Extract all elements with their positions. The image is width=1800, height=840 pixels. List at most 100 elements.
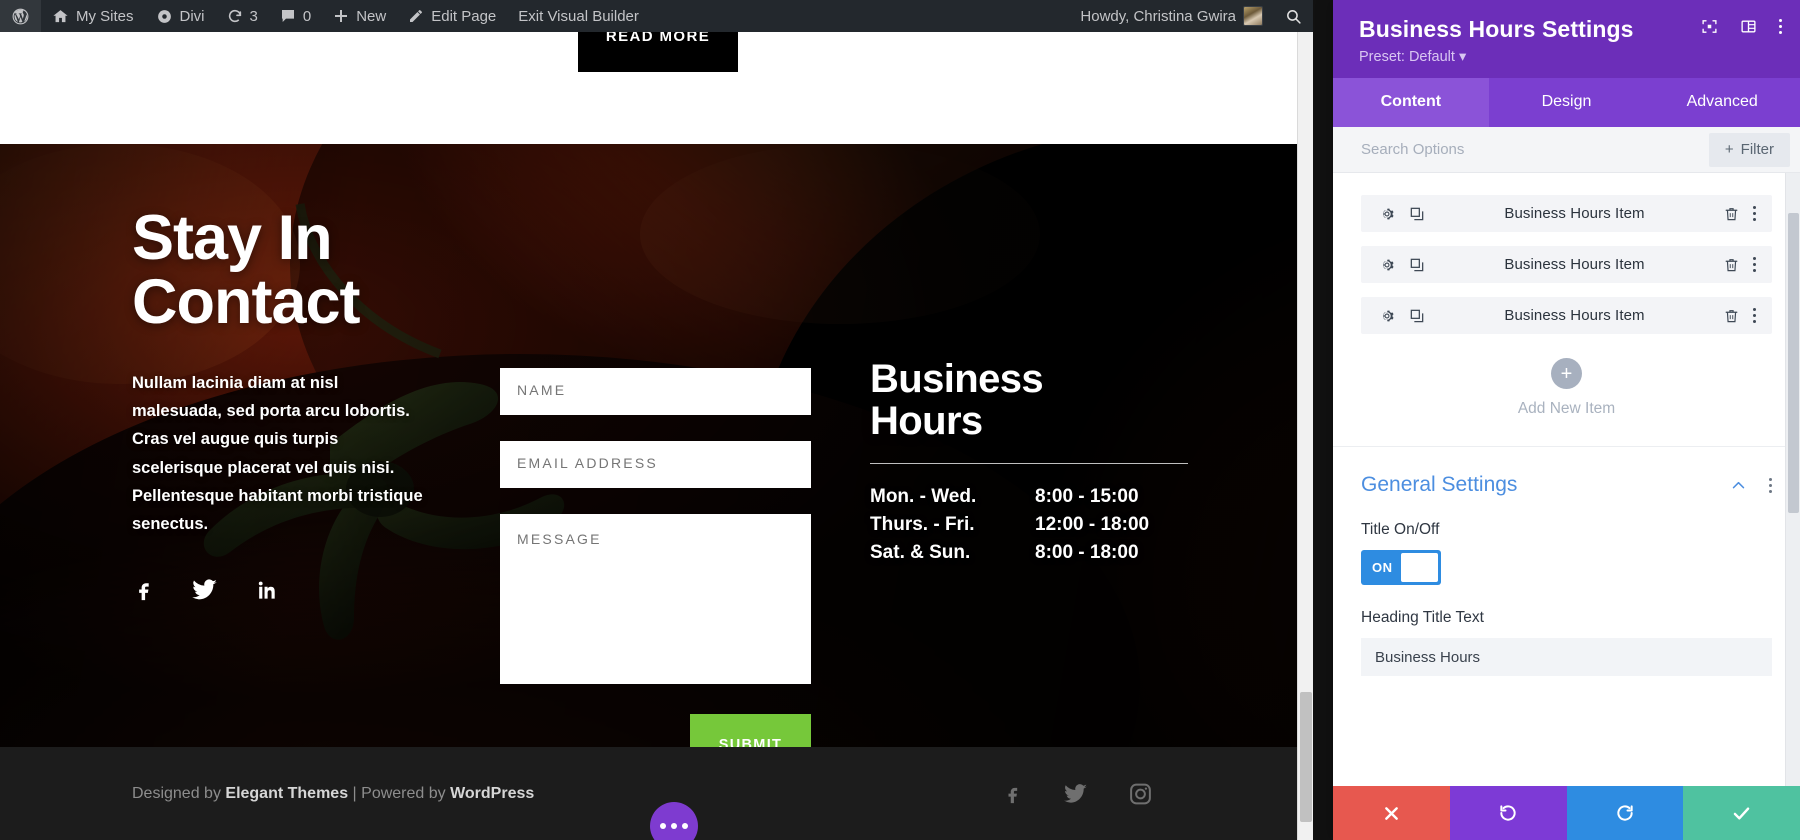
business-hours-title: Business Hours [870,357,1044,444]
my-sites-menu[interactable]: My Sites [41,0,145,32]
new-label: New [356,7,387,25]
comments-menu[interactable]: 0 [269,0,322,32]
list-item[interactable]: Business Hours Item [1361,246,1772,284]
list-item-label: Business Hours Item [1504,256,1645,274]
duplicate-icon[interactable] [1409,308,1425,324]
updates-count: 3 [249,7,258,25]
panel-body: Business Hours Item Business Hours Item … [1333,173,1800,786]
heading-title-text-label: Heading Title Text [1361,609,1484,627]
search-input[interactable] [1333,141,1709,159]
business-hours-day: Sat. & Sun. [870,542,971,563]
business-hours-time: 12:00 - 18:00 [1035,513,1150,535]
dot-icon [1779,25,1782,28]
general-settings-controls [1730,477,1772,494]
twitter-icon[interactable] [190,575,218,605]
dot-icon [1753,269,1756,273]
footer-brand-wordpress[interactable]: WordPress [450,785,534,802]
edit-page-menu[interactable]: Edit Page [397,0,507,32]
kebab-menu-icon[interactable] [1753,308,1756,324]
contact-hero-section: Stay In Contact Nullam lacinia diam at n… [0,144,1313,747]
focus-icon[interactable] [1701,18,1718,35]
kebab-menu-icon[interactable] [1779,19,1782,34]
list-item[interactable]: Business Hours Item [1361,195,1772,233]
tab-content[interactable]: Content [1333,78,1489,128]
page-scrollbar[interactable] [1297,32,1313,840]
item-left-icons [1379,308,1425,324]
trash-icon[interactable] [1724,206,1739,222]
gear-icon[interactable] [1379,257,1395,273]
dot-icon [1769,489,1772,493]
divi-menu[interactable]: Divi [145,0,216,32]
updates-menu[interactable]: 3 [216,0,269,32]
general-settings-header[interactable]: General Settings [1361,473,1772,497]
email-input[interactable] [500,441,811,488]
undo-button[interactable] [1449,786,1567,840]
hero-paragraph: Nullam lacinia diam at nisl malesuada, s… [132,373,423,534]
panel-tabs: Content Design Advanced [1333,78,1800,128]
wp-admin-bar: My Sites Divi 3 0 New Edit Page Exit Vis… [0,0,1313,32]
list-item-label: Business Hours Item [1504,205,1645,223]
name-input[interactable] [500,368,811,415]
dot-icon [1753,257,1756,261]
add-new-item-button[interactable]: + Add New Item [1361,348,1772,440]
title-onoff-toggle[interactable]: ON [1361,550,1441,586]
duplicate-icon[interactable] [1409,206,1425,222]
layout-columns-icon[interactable] [1740,18,1757,35]
dot-icon [1779,19,1782,22]
edit-page-label: Edit Page [431,7,497,25]
instagram-icon[interactable] [1128,780,1153,808]
linkedin-icon[interactable] [254,575,277,605]
close-icon [1382,804,1401,823]
business-hours-row: Mon. - Wed. 8:00 - 15:00 [870,483,1188,511]
panel-action-bar [1333,786,1800,840]
item-right-icons [1724,206,1756,222]
list-item[interactable]: Business Hours Item [1361,297,1772,335]
divi-label: Divi [179,7,205,25]
footer-social-links [1002,780,1153,808]
duplicate-icon[interactable] [1409,257,1425,273]
facebook-icon[interactable] [132,575,154,605]
save-button[interactable] [1683,786,1800,840]
redo-button[interactable] [1566,786,1684,840]
message-textarea[interactable] [500,514,811,684]
dot-icon [1753,206,1756,210]
panel-search-bar: + Filter [1333,127,1800,174]
dot-icon [660,823,666,829]
gear-icon[interactable] [1379,206,1395,222]
chevron-up-icon[interactable] [1730,477,1747,494]
admin-search-button[interactable] [1274,0,1313,32]
business-hours-module: Business Hours Mon. - Wed. 8:00 - 15:00 … [870,358,1188,567]
wordpress-logo-menu[interactable] [0,0,41,32]
tab-advanced[interactable]: Advanced [1644,78,1800,127]
filter-button[interactable]: + Filter [1708,132,1790,167]
twitter-icon[interactable] [1062,780,1088,808]
trash-icon[interactable] [1724,257,1739,273]
facebook-icon[interactable] [1002,780,1022,808]
panel-preset-selector[interactable]: Preset: Default ▾ [1359,49,1780,65]
toggle-knob [1400,553,1438,583]
wordpress-logo-icon [11,7,30,26]
page-scrollbar-thumb[interactable] [1300,692,1312,822]
panel-scrollbar[interactable] [1785,173,1800,786]
trash-icon[interactable] [1724,308,1739,324]
kebab-menu-icon[interactable] [1753,206,1756,222]
panel-scrollbar-thumb[interactable] [1788,213,1799,514]
submit-button[interactable]: SUBMIT [690,714,811,747]
tab-design[interactable]: Design [1489,78,1645,127]
business-hours-row: Thurs. - Fri. 12:00 - 18:00 [870,511,1188,539]
panel-header: Business Hours Settings Preset: Default … [1333,0,1800,79]
kebab-menu-icon[interactable] [1753,257,1756,273]
chevron-down-icon: ▾ [1458,49,1467,66]
new-content-menu[interactable]: New [322,0,397,32]
read-more-button[interactable]: READ MORE [578,32,738,72]
hero-title: Stay In Contact [132,203,361,338]
footer-brand-elegant-themes[interactable]: Elegant Themes [225,785,348,802]
dot-icon [1753,308,1756,312]
cancel-button[interactable] [1333,786,1450,840]
kebab-menu-icon[interactable] [1769,477,1772,493]
dot-icon [1753,218,1756,222]
gear-icon[interactable] [1379,308,1395,324]
exit-visual-builder-button[interactable]: Exit Visual Builder [507,0,650,32]
heading-title-text-input[interactable] [1361,638,1772,677]
howdy-user-menu[interactable]: Howdy, Christina Gwira [1069,0,1274,32]
